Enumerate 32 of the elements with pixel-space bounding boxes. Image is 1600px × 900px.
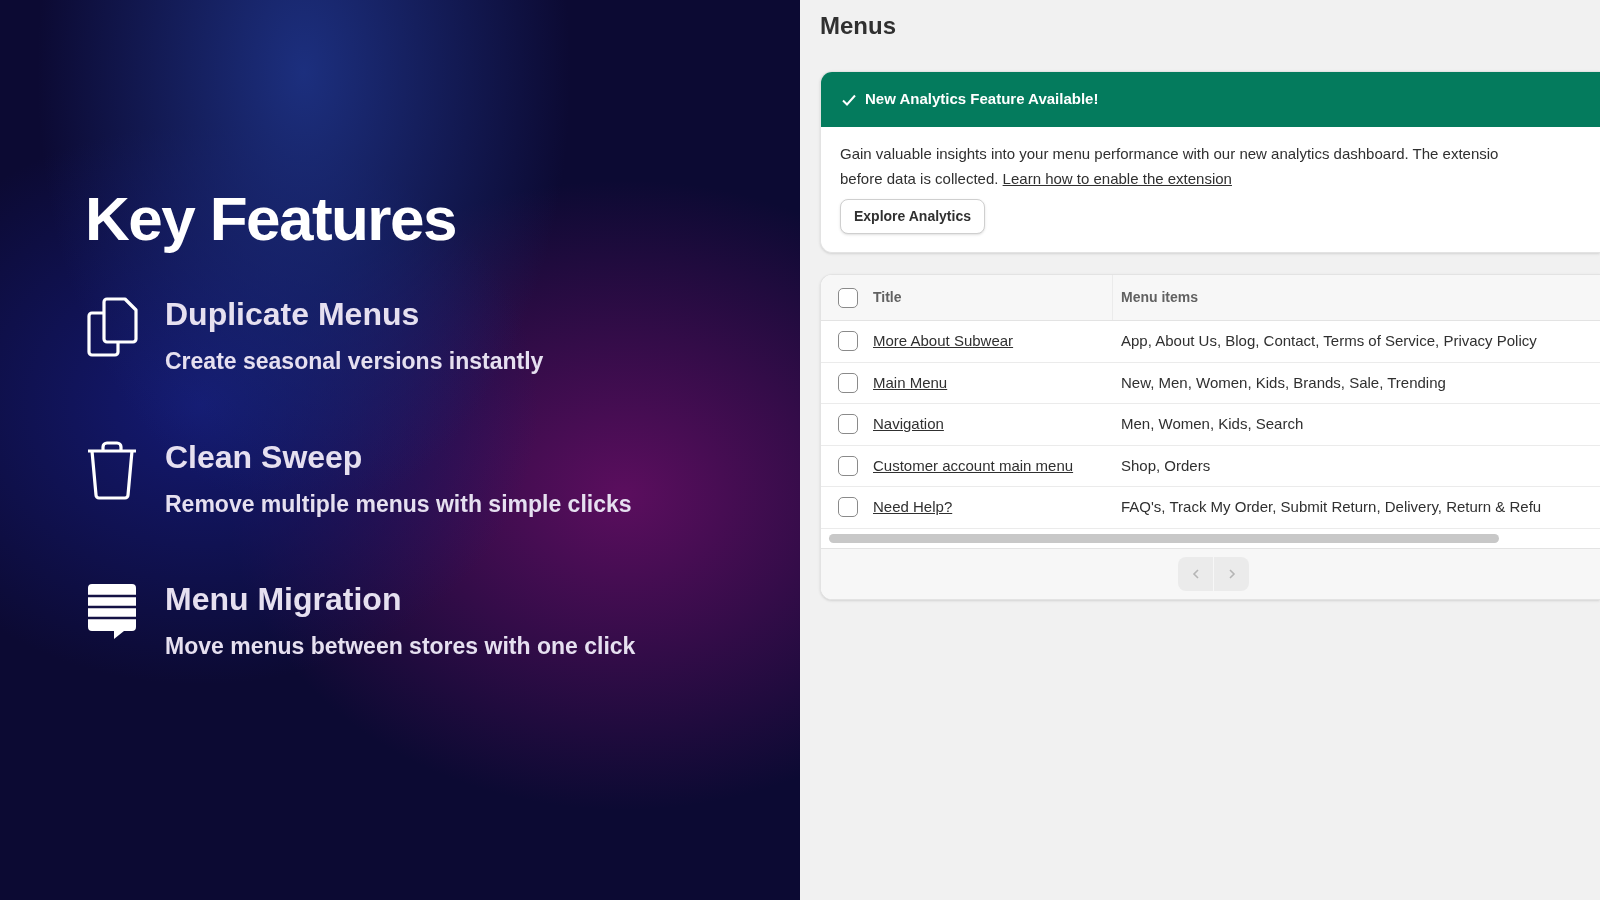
menu-title-link[interactable]: Need Help? — [873, 498, 953, 515]
menu-items-text: Men, Women, Kids, Search — [1121, 415, 1304, 432]
feature-description: Move menus between stores with one click — [165, 632, 636, 661]
feature-description: Create seasonal versions instantly — [165, 347, 544, 376]
page-title: Menus — [820, 11, 897, 38]
checkbox[interactable] — [838, 287, 858, 308]
column-header: Title — [873, 288, 902, 307]
explore-analytics-button[interactable]: Explore Analytics — [840, 199, 985, 234]
banner-title: New Analytics Feature Available! — [865, 89, 1099, 110]
checkbox[interactable] — [838, 331, 858, 352]
menu-title-link[interactable]: Main Menu — [873, 373, 948, 391]
banner-text: Gain valuable insights into your menu performance with our new analytics dashboard. The extensio before data is collected. Learn how to enable the extension — [840, 144, 1500, 189]
feature-title: Clean Sweep — [165, 437, 364, 477]
menu-items-text: Shop, Orders — [1121, 456, 1211, 474]
trash-can-icon — [85, 438, 139, 501]
enable-extension-link[interactable]: Learn how to enable the extension — [1002, 170, 1232, 187]
checkbox[interactable] — [838, 372, 858, 393]
feature-title: Menu Migration — [165, 580, 403, 619]
copy-icon — [85, 296, 139, 358]
column-header: Menu items — [1121, 289, 1198, 305]
checkbox[interactable] — [838, 497, 858, 518]
menu-items-text: New, Men, Women, Kids, Brands, Sale, Trending — [1121, 373, 1446, 391]
menu-items-text: App, About Us, Blog, Contact, Terms of Service, Privacy Policy — [1121, 332, 1537, 349]
checkbox[interactable] — [838, 455, 858, 476]
menu-title-link[interactable]: Navigation — [873, 415, 944, 432]
menu-items-text: FAQ's, Track My Order, Submit Return, Delivery, Return & Refu — [1121, 498, 1542, 515]
menu-title-link[interactable]: Customer account main menu — [873, 456, 1074, 474]
feature-title: Duplicate Menus — [165, 295, 421, 334]
feature-description: Remove multiple menus with simple clicks — [165, 489, 632, 519]
menu-title-link[interactable]: More About Subwear — [873, 332, 1014, 349]
scrollbar[interactable] — [829, 533, 1499, 543]
checkbox[interactable] — [838, 414, 858, 435]
